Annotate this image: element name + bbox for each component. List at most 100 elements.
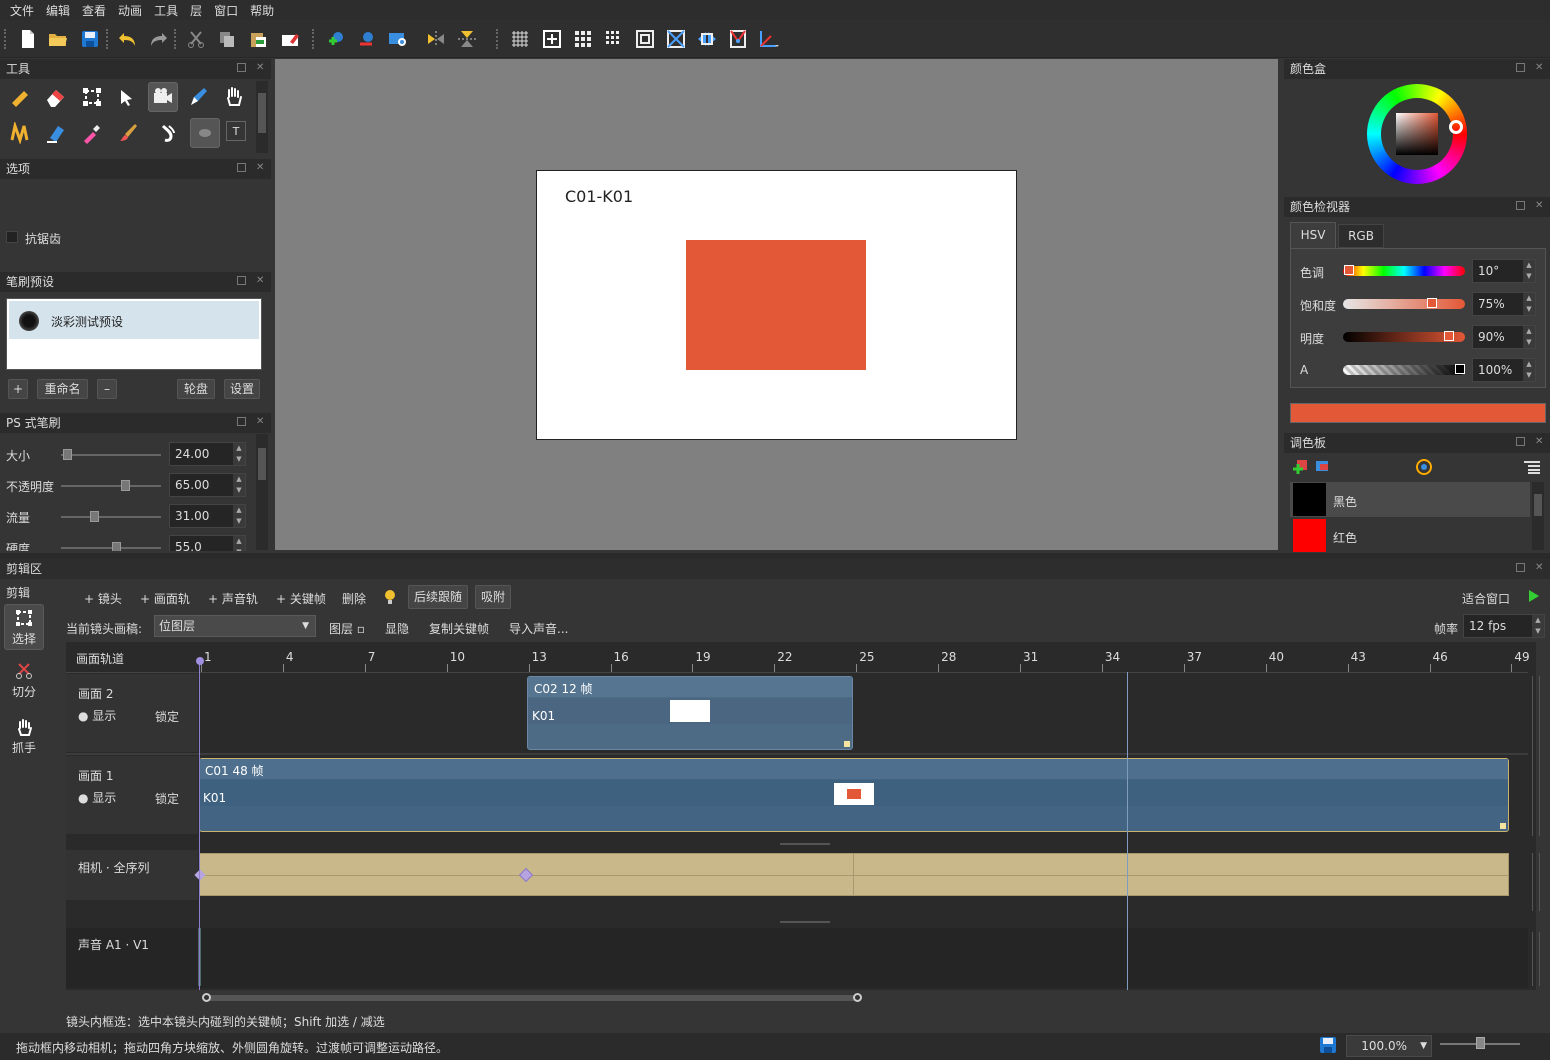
grip-icon[interactable]: [780, 843, 830, 845]
float-icon[interactable]: [1516, 563, 1525, 572]
ps-brush-slider[interactable]: [61, 516, 161, 518]
close-icon[interactable]: ✕: [1535, 563, 1544, 573]
camera-scrollbar[interactable]: [1532, 853, 1540, 911]
menu-window[interactable]: 窗口: [208, 2, 244, 19]
fps-input[interactable]: 12 fps ▲ ▼: [1463, 614, 1545, 638]
add-preset-button[interactable]: +: [8, 379, 28, 399]
blur-tool-icon[interactable]: [190, 118, 220, 148]
color-slider-knob[interactable]: [1455, 364, 1465, 374]
track-lock-toggle[interactable]: 锁定: [155, 790, 179, 807]
layer-button[interactable]: 图层 ▫: [329, 620, 365, 637]
flip-vertical-icon[interactable]: [455, 27, 479, 51]
bucket-tool-icon[interactable]: [156, 121, 180, 145]
ps-brush-slider[interactable]: [61, 485, 161, 487]
menu-file[interactable]: 文件: [4, 2, 40, 19]
close-icon[interactable]: ✕: [256, 417, 265, 427]
stepper-icon[interactable]: ▲▼: [233, 474, 245, 496]
slider-knob[interactable]: [62, 449, 72, 460]
zoom-slider-knob[interactable]: [1476, 1037, 1485, 1049]
tab-hsv[interactable]: HSV: [1290, 222, 1336, 248]
close-icon[interactable]: ✕: [256, 63, 265, 73]
tab-rgb[interactable]: RGB: [1338, 224, 1384, 248]
perspective-2-icon[interactable]: [695, 27, 719, 51]
canvas-page[interactable]: C01-K01: [536, 170, 1017, 440]
track-show-toggle[interactable]: ● 显示: [78, 789, 116, 806]
menu-tools[interactable]: 工具: [148, 2, 184, 19]
brush-preset-item[interactable]: 淡彩测试预设: [9, 301, 259, 339]
stepper-icon[interactable]: ▲▼: [233, 505, 245, 527]
stepper-icon[interactable]: ▲▼: [233, 443, 245, 465]
palette-scrollbar[interactable]: [1532, 482, 1544, 550]
brush-tool-icon[interactable]: [116, 121, 140, 145]
audio-scrollbar[interactable]: [1532, 932, 1540, 986]
float-icon[interactable]: [1516, 201, 1525, 210]
color-channel-slider[interactable]: [1343, 266, 1465, 276]
timeline-hscrollbar[interactable]: [206, 995, 858, 1001]
slider-knob[interactable]: [89, 511, 99, 522]
thirds-icon[interactable]: [571, 27, 595, 51]
grip-icon[interactable]: [780, 921, 830, 923]
color-wheel[interactable]: [1367, 84, 1467, 184]
show-hide-button[interactable]: 显隐: [385, 620, 409, 637]
paste-icon[interactable]: [246, 27, 270, 51]
float-icon[interactable]: [237, 276, 246, 285]
palette-item[interactable]: 黑色: [1290, 482, 1530, 517]
track-scrollbar[interactable]: [1532, 676, 1540, 836]
antialias-checkbox[interactable]: [6, 231, 18, 243]
color-slider-knob[interactable]: [1443, 331, 1454, 341]
delete-button[interactable]: 删除: [342, 590, 366, 607]
play-icon[interactable]: [1528, 589, 1540, 606]
track-lock-toggle[interactable]: 锁定: [155, 708, 179, 725]
close-icon[interactable]: ✕: [1535, 63, 1544, 73]
stepper-icon[interactable]: ▲▼: [1523, 260, 1535, 282]
select-tool-button[interactable]: 选择: [4, 604, 44, 650]
close-icon[interactable]: ✕: [1535, 437, 1544, 447]
color-channel-value[interactable]: 75% ▲ ▼: [1472, 292, 1536, 316]
ps-brush-scrollbar[interactable]: [256, 434, 268, 550]
scroll-start-handle[interactable]: [202, 993, 211, 1002]
remove-color-icon[interactable]: [1312, 457, 1332, 477]
color-channel-slider[interactable]: [1343, 365, 1465, 375]
grab-tool-button[interactable]: 抓手: [4, 718, 44, 756]
palette-menu-icon[interactable]: [1522, 457, 1542, 477]
stepper-icon[interactable]: ▲▼: [1523, 359, 1535, 381]
fit-window-button[interactable]: 适合窗口: [1462, 590, 1510, 607]
stepper-icon[interactable]: ▲▼: [233, 536, 245, 551]
perspective-3-icon[interactable]: [726, 27, 750, 51]
palette-item[interactable]: 红色: [1290, 518, 1530, 553]
eyedropper-tool-icon[interactable]: [80, 121, 104, 145]
polyline-tool-icon[interactable]: [8, 121, 32, 145]
keyframe-thumbnail[interactable]: [670, 700, 710, 722]
smudge-tool-icon[interactable]: [44, 121, 68, 145]
layer-props-icon[interactable]: [386, 27, 410, 51]
float-icon[interactable]: [237, 163, 246, 172]
copy-keyframe-button[interactable]: 复制关键帧: [429, 620, 489, 637]
color-mode-icon[interactable]: [1414, 457, 1434, 477]
stepper-icon[interactable]: ▲▼: [1523, 293, 1535, 315]
transform-tool-icon[interactable]: [80, 85, 104, 109]
color-channel-value[interactable]: 100% ▲ ▼: [1472, 358, 1536, 382]
copy-icon[interactable]: [215, 27, 239, 51]
remove-layer-icon[interactable]: [355, 27, 379, 51]
hue-marker-icon[interactable]: [1449, 120, 1463, 134]
close-icon[interactable]: ✕: [256, 163, 265, 173]
rename-preset-button[interactable]: 重命名: [37, 379, 88, 399]
ps-brush-value[interactable]: 31.00 ▲ ▼: [169, 504, 246, 528]
add-keyframe-button[interactable]: + 关键帧: [276, 590, 326, 607]
menu-layer[interactable]: 层: [184, 2, 208, 19]
color-channel-value[interactable]: 90% ▲ ▼: [1472, 325, 1536, 349]
clip-c01[interactable]: C01 48 帧 K01: [199, 758, 1509, 832]
canvas-rectangle[interactable]: [686, 240, 866, 370]
float-icon[interactable]: [1516, 63, 1525, 72]
new-file-icon[interactable]: [16, 27, 40, 51]
import-audio-button[interactable]: 导入声音...: [509, 620, 568, 637]
clear-icon[interactable]: [278, 27, 302, 51]
color-channel-slider[interactable]: [1343, 299, 1465, 309]
flip-horizontal-icon[interactable]: [424, 27, 448, 51]
menu-view[interactable]: 查看: [76, 2, 112, 19]
pen-tool-icon[interactable]: [186, 85, 210, 109]
zoom-select[interactable]: 100.0% ▼: [1346, 1035, 1432, 1057]
canvas-area[interactable]: C01-K01: [275, 59, 1278, 550]
add-picture-track-button[interactable]: + 画面轨: [140, 590, 190, 607]
snap-button[interactable]: 吸附: [475, 585, 511, 609]
